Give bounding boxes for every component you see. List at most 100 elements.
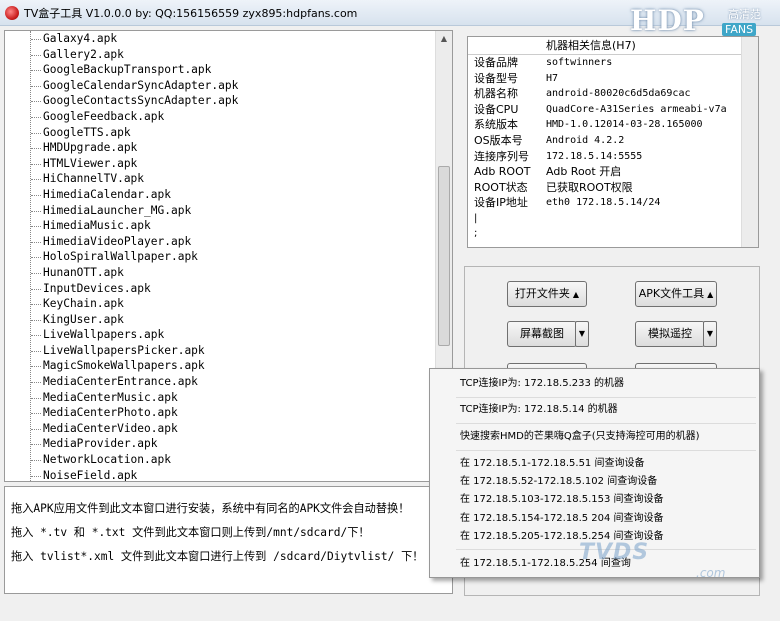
apk-list-item[interactable]: HimediaCalendar.apk bbox=[31, 187, 452, 203]
apk-list-item[interactable]: HMDUpgrade.apk bbox=[31, 140, 452, 156]
menu-item-tcp-233[interactable]: TCP连接IP为: 172.18.5.233 的机器 bbox=[460, 375, 624, 393]
device-info-extra-1: | bbox=[474, 212, 478, 224]
device-info-label: 机器名称 bbox=[474, 87, 518, 101]
apk-list-item[interactable]: GoogleBackupTransport.apk bbox=[31, 62, 452, 78]
apk-list-item[interactable]: GoogleCalendarSyncAdapter.apk bbox=[31, 78, 452, 94]
apk-list-item[interactable]: HunanOTT.apk bbox=[31, 265, 452, 281]
device-info-value: H7 bbox=[546, 72, 559, 84]
bottom-strip bbox=[0, 598, 780, 621]
apk-list-item[interactable]: GoogleContactsSyncAdapter.apk bbox=[31, 93, 452, 109]
device-info-value: softwinners bbox=[546, 57, 613, 68]
device-info-row: 连接序列号 172.18.5.14:5555 bbox=[468, 149, 758, 165]
device-info-value: 已获取ROOT权限 bbox=[546, 180, 633, 194]
device-info-header: 机器相关信息(H7) bbox=[468, 37, 758, 55]
device-info-row: ROOT状态 已获取ROOT权限 bbox=[468, 180, 758, 196]
apk-list-item[interactable]: GoogleFeedback.apk bbox=[31, 109, 452, 125]
apk-list-item[interactable]: GoogleTTS.apk bbox=[31, 125, 452, 141]
apk-list-items: Galaxy4.apk Gallery2.apk GoogleBackupTrans… bbox=[5, 31, 452, 481]
device-info-rows: 设备品牌 softwinners 设备型号 H7 机器名称 android-80020c6… bbox=[468, 55, 758, 211]
menu-separator bbox=[456, 450, 756, 451]
device-info-label: 设备品牌 bbox=[474, 56, 518, 69]
instruction-line-tvlist: 拖入 tvlist*.xml 文件到此文本窗口进行上传到 /sdcard/Diy… bbox=[11, 550, 424, 563]
window-title: TV盒子工具 V1.0.0.0 by: QQ:156156559 zyx895:… bbox=[24, 7, 358, 20]
device-info-label: 连接序列号 bbox=[474, 149, 529, 163]
remote-control-button[interactable]: 模拟遥控 bbox=[635, 321, 705, 347]
apk-list-item[interactable]: HiChannelTV.apk bbox=[31, 171, 452, 187]
device-info-extra-2: ; bbox=[474, 227, 478, 239]
drop-instructions-area[interactable]: 拖入APK应用文件到此文本窗口进行安装，系统中有同名的APK文件会自动替换！ 拖… bbox=[4, 486, 453, 594]
device-info-value: Android 4.2.2 bbox=[546, 134, 625, 146]
menu-item-range-1-51[interactable]: 在 172.18.5.1-172.18.5.51 间查询设备 bbox=[460, 455, 644, 473]
screenshot-label: 屏幕截图 bbox=[520, 327, 564, 340]
screenshot-dropdown-button[interactable]: ▼ bbox=[575, 321, 589, 347]
device-info-panel: 机器相关信息(H7) 设备品牌 softwinners 设备型号 H7 机器名称 andr… bbox=[467, 36, 759, 248]
device-info-scrollbar[interactable] bbox=[741, 37, 758, 247]
apk-list-item[interactable]: KeyChain.apk bbox=[31, 296, 452, 312]
apk-list-item[interactable]: InputDevices.apk bbox=[31, 281, 452, 297]
title-bar: TV盒子工具 V1.0.0.0 by: QQ:156156559 zyx895:… bbox=[0, 0, 780, 37]
device-info-value: 172.18.5.14:5555 bbox=[546, 150, 643, 162]
logo-hdp-text: HDP bbox=[630, 4, 705, 37]
scroll-thumb[interactable] bbox=[438, 166, 450, 346]
app-icon bbox=[5, 6, 19, 20]
apk-list-item[interactable]: Galaxy4.apk bbox=[31, 31, 452, 47]
apk-list-item[interactable]: MediaCenterMusic.apk bbox=[31, 390, 452, 406]
apk-list-item[interactable]: HimediaLauncher_MG.apk bbox=[31, 203, 452, 219]
menu-item-range-154-204[interactable]: 在 172.18.5.154-172.18.5 204 间查询设备 bbox=[460, 510, 664, 528]
device-info-value: HMD-1.0.12014-03-28.165000 bbox=[546, 119, 703, 131]
remote-control-dropdown-button[interactable]: ▼ bbox=[703, 321, 717, 347]
apk-list-item[interactable]: HimediaVideoPlayer.apk bbox=[31, 234, 452, 250]
remote-control-label: 模拟遥控 bbox=[648, 327, 692, 340]
apk-file-list[interactable]: Galaxy4.apk Gallery2.apk GoogleBackupTrans… bbox=[4, 30, 453, 482]
apk-list-item[interactable]: MediaCenterVideo.apk bbox=[31, 421, 452, 437]
apk-list-item[interactable]: LiveWallpapers.apk bbox=[31, 327, 452, 343]
device-info-row: 设备型号 H7 bbox=[468, 71, 758, 87]
device-info-label: 设备IP地址 bbox=[474, 196, 528, 210]
device-info-row: 系统版本 HMD-1.0.12014-03-28.165000 bbox=[468, 117, 758, 133]
apk-list-item[interactable]: Gallery2.apk bbox=[31, 47, 452, 63]
tvds-watermark: TVDS bbox=[579, 540, 650, 565]
chevron-down-icon: ▲ bbox=[707, 290, 714, 299]
device-info-value: Adb Root 开启 bbox=[546, 165, 622, 179]
apk-tool-button[interactable]: APK文件工具 ▲ bbox=[635, 281, 717, 307]
apk-list-item[interactable]: NetworkLocation.apk bbox=[31, 452, 452, 468]
apk-list-item[interactable]: KingUser.apk bbox=[31, 312, 452, 328]
instruction-line-tv-txt: 拖入 *.tv 和 *.txt 文件到此文本窗口则上传到/mnt/sdcard/… bbox=[11, 526, 370, 539]
menu-separator bbox=[456, 423, 756, 424]
device-info-label: ROOT状态 bbox=[474, 180, 528, 194]
device-info-label: OS版本号 bbox=[474, 133, 523, 147]
device-info-row: 设备IP地址 eth0 172.18.5.14/24 bbox=[468, 195, 758, 211]
apk-list-item[interactable]: HoloSpiralWallpaper.apk bbox=[31, 249, 452, 265]
menu-item-range-103-153[interactable]: 在 172.18.5.103-172.18.5.153 间查询设备 bbox=[460, 491, 664, 509]
menu-item-tcp-14[interactable]: TCP连接IP为: 172.18.5.14 的机器 bbox=[460, 401, 618, 419]
logo-chinese-text: 高清范 bbox=[728, 8, 761, 21]
open-folder-button[interactable]: 打开文件夹 ▲ bbox=[507, 281, 587, 307]
logo-fans-text: FANS bbox=[722, 23, 757, 36]
scroll-up-arrow-icon[interactable]: ▲ bbox=[436, 31, 452, 47]
menu-item-quick-search[interactable]: 快速搜索HMD的芒果嗨Q盒子(只支持海控可用的机器) bbox=[460, 428, 700, 446]
apk-list-item[interactable]: HimediaMusic.apk bbox=[31, 218, 452, 234]
apk-list-item[interactable]: MagicSmokeWallpapers.apk bbox=[31, 358, 452, 374]
apk-tool-label: APK文件工具 bbox=[638, 287, 705, 300]
device-info-row: 设备品牌 softwinners bbox=[468, 55, 758, 71]
apk-list-item[interactable]: LiveWallpapersPicker.apk bbox=[31, 343, 452, 359]
device-info-value: android-80020c6d5da69cac bbox=[546, 88, 691, 100]
menu-item-range-52-102[interactable]: 在 172.18.5.52-172.18.5.102 间查询设备 bbox=[460, 473, 657, 491]
tvds-watermark-suffix: .com bbox=[696, 566, 726, 580]
hdpfans-logo: HDP 高清范 FANS bbox=[630, 4, 770, 40]
open-folder-label: 打开文件夹 bbox=[514, 287, 570, 300]
apk-list-item[interactable]: HTMLViewer.apk bbox=[31, 156, 452, 172]
device-info-row: 设备CPU QuadCore-A31Series armeabi-v7a bbox=[468, 102, 758, 118]
device-info-label: 设备型号 bbox=[474, 71, 518, 85]
device-info-label: 系统版本 bbox=[474, 118, 518, 132]
apk-list-item[interactable]: NoiseField.apk bbox=[31, 468, 452, 481]
device-info-row: Adb ROOT Adb Root 开启 bbox=[468, 164, 758, 180]
menu-separator bbox=[456, 397, 756, 398]
device-info-label: 设备CPU bbox=[474, 102, 519, 116]
device-info-value: eth0 172.18.5.14/24 bbox=[546, 197, 661, 209]
screenshot-button[interactable]: 屏幕截图 bbox=[507, 321, 577, 347]
device-info-label: Adb ROOT bbox=[474, 165, 531, 179]
apk-list-item[interactable]: MediaProvider.apk bbox=[31, 436, 452, 452]
apk-list-item[interactable]: MediaCenterPhoto.apk bbox=[31, 405, 452, 421]
apk-list-item[interactable]: MediaCenterEntrance.apk bbox=[31, 374, 452, 390]
